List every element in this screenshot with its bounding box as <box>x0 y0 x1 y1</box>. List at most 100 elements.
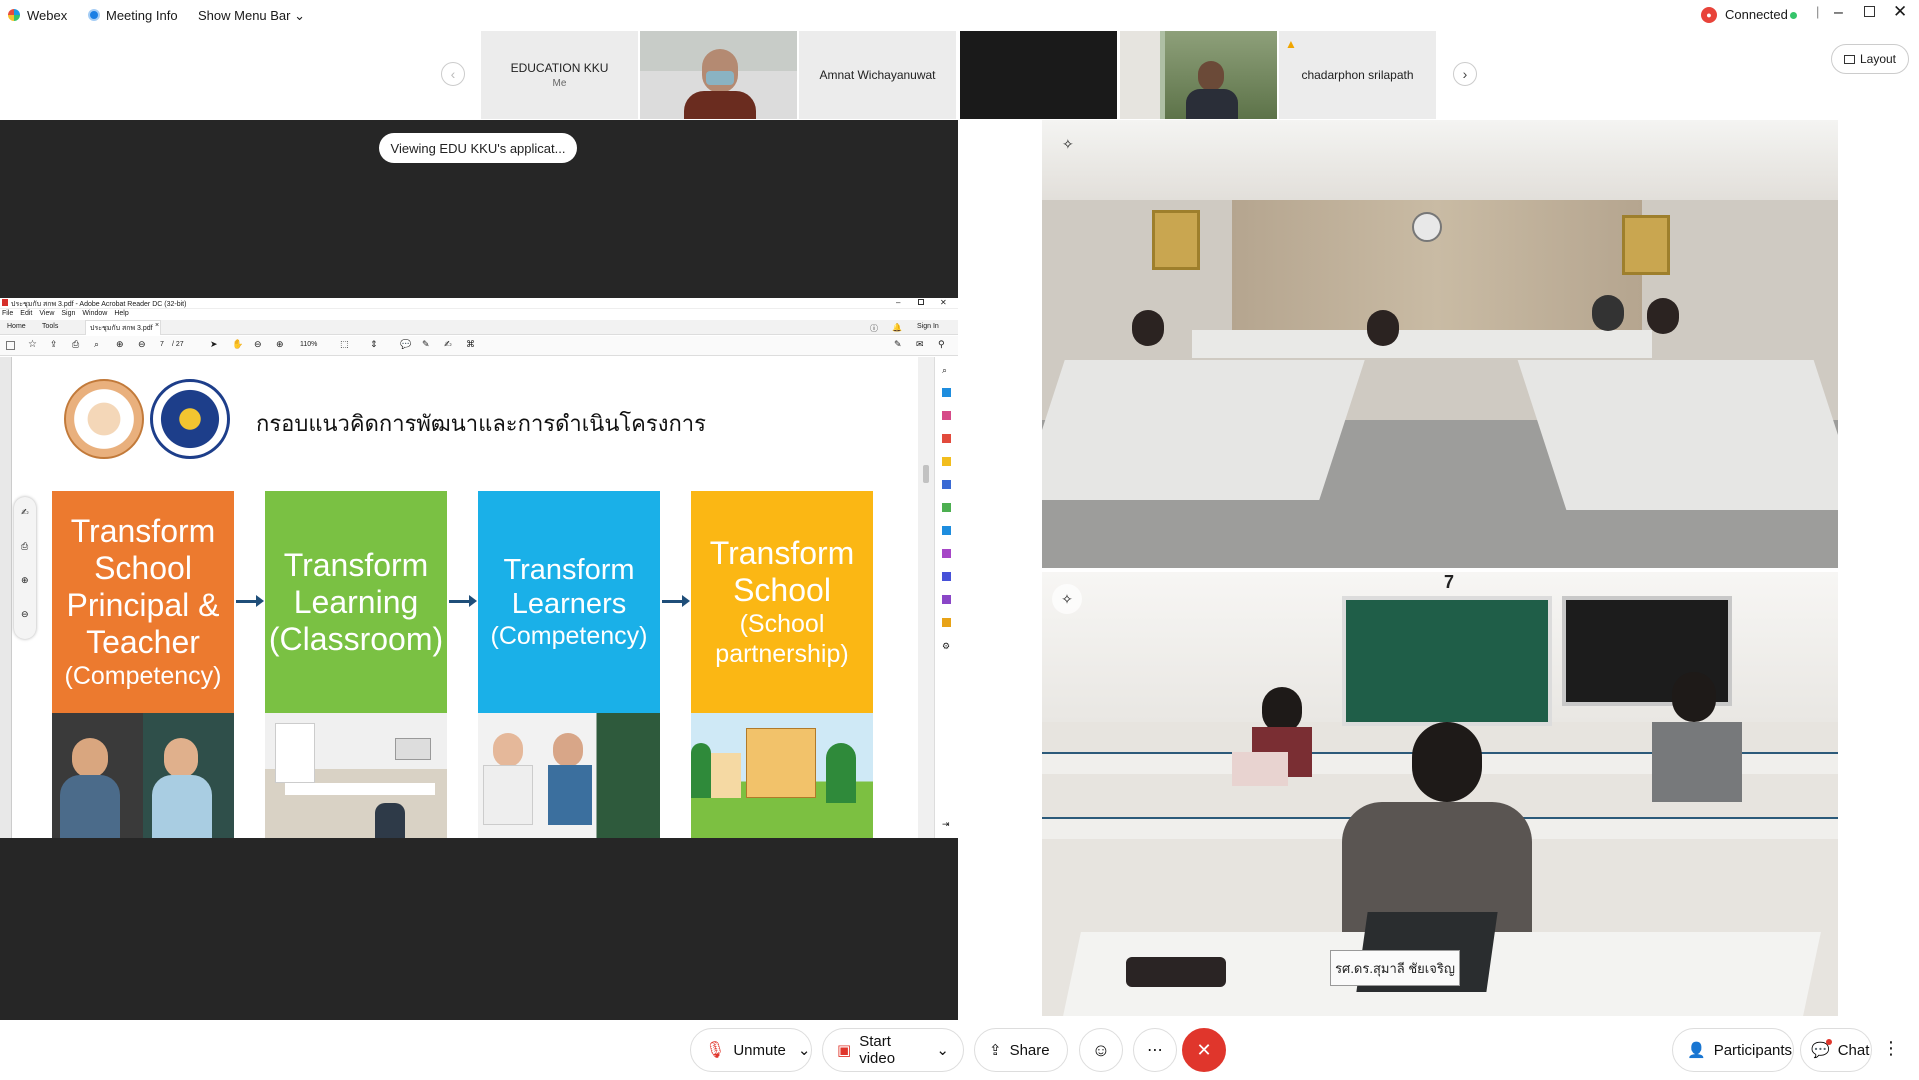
menu-view[interactable]: View <box>39 310 54 317</box>
collapse-panel-icon[interactable]: ⇥ <box>942 819 950 830</box>
person-icon: 👤 <box>1687 1042 1706 1059</box>
connected-dot-icon <box>1790 12 1797 19</box>
participant-video[interactable] <box>640 31 797 119</box>
meeting-controls: 🎙 Unmute ⌄ ▣ Start video ⌄ ⇪ Share ☺ ⋯ ✕… <box>0 1020 1919 1080</box>
participants-button[interactable]: 👤 Participants <box>1672 1028 1794 1072</box>
fit-page-icon[interactable]: ⬚ <box>340 339 349 350</box>
layout-label: Layout <box>1859 52 1897 66</box>
minimize-icon[interactable]: – <box>1834 4 1843 22</box>
strip-next-button[interactable]: › <box>1453 62 1477 86</box>
zoom-in-tool-icon[interactable]: ⊕ <box>21 575 29 586</box>
meeting-info-button[interactable]: Meeting Info <box>106 8 178 23</box>
participant-video[interactable] <box>960 31 1117 119</box>
sign-in-button[interactable]: Sign In <box>917 323 939 330</box>
edit-pdf-icon[interactable] <box>942 434 951 443</box>
comment-tool-icon[interactable] <box>942 457 951 466</box>
acro-close-icon[interactable]: ✕ <box>940 298 947 307</box>
zoom-in-icon[interactable]: ⊕ <box>276 339 284 350</box>
menu-window[interactable]: Window <box>82 310 107 317</box>
print-icon[interactable]: ⎙ <box>72 339 79 350</box>
fill-sign-tool-icon[interactable] <box>942 549 951 558</box>
share-user-icon[interactable]: ⚲ <box>938 339 945 350</box>
bell-icon[interactable]: 🔔 <box>892 323 902 332</box>
more-tools-icon[interactable]: ⚙ <box>942 641 950 652</box>
help-icon[interactable]: ⓘ <box>870 323 878 334</box>
menu-help[interactable]: Help <box>114 310 128 317</box>
connection-status: Connected <box>1725 7 1788 22</box>
participant-tile[interactable]: ▲ chadarphon srilapath <box>1279 31 1436 119</box>
menu-sign[interactable]: Sign <box>61 310 75 317</box>
zoom-out-tool-icon[interactable]: ⊖ <box>21 609 29 620</box>
organize-icon[interactable] <box>942 503 951 512</box>
save-icon[interactable] <box>6 341 15 350</box>
participant-tile[interactable]: EDUCATION KKU Me <box>481 31 638 119</box>
hand-icon[interactable]: ✋ <box>232 339 243 350</box>
acro-restore-icon[interactable] <box>918 299 924 305</box>
sign-icon[interactable]: ✍ <box>444 339 452 350</box>
scan-icon[interactable] <box>942 526 951 535</box>
video-pane-classroom[interactable]: 7 รศ.ดร.สุมาลี ชัยเจริญ ✧ <box>1042 572 1838 1016</box>
page-total: / 27 <box>172 341 184 348</box>
pen-icon[interactable]: ✎ <box>422 339 430 350</box>
classroom-photo <box>265 713 447 838</box>
chevron-down-icon[interactable]: ⌄ <box>936 1041 949 1059</box>
zoom-select[interactable]: 110% <box>300 341 317 348</box>
send-sign-icon[interactable] <box>942 595 951 604</box>
star-icon[interactable]: ☆ <box>28 339 37 350</box>
tab-home[interactable]: Home <box>7 323 26 330</box>
page-number-input[interactable]: 7 <box>160 341 164 348</box>
menu-edit[interactable]: Edit <box>20 310 32 317</box>
show-menu-bar-button[interactable]: Show Menu Bar ⌄ <box>198 8 305 24</box>
fill-sign-icon[interactable]: ✎ <box>894 339 902 350</box>
scroll-mode-icon[interactable]: ⇕ <box>370 339 378 350</box>
tab-tools[interactable]: Tools <box>42 323 58 330</box>
export-pdf-icon[interactable] <box>942 388 951 397</box>
print-tool-icon[interactable]: ⎙ <box>21 541 28 552</box>
zoom-out-icon[interactable]: ⊖ <box>254 339 262 350</box>
right-tools-panel: ⌕ ⚙ ⇥ <box>934 357 958 838</box>
select-cursor-icon[interactable]: ➤ <box>210 339 218 350</box>
upload-icon[interactable]: ⇪ <box>50 339 58 350</box>
mail-icon[interactable]: ✉ <box>916 339 924 350</box>
participant-tile[interactable]: Amnat Wichayanuwat <box>799 31 956 119</box>
close-window-icon[interactable]: ✕ <box>1893 2 1907 22</box>
share-button[interactable]: ⇪ Share <box>974 1028 1068 1072</box>
doc-tab-close-icon[interactable]: × <box>155 322 159 329</box>
unmute-button[interactable]: 🎙 Unmute ⌄ <box>690 1028 812 1072</box>
left-nav-panel[interactable] <box>0 357 12 838</box>
participant-video[interactable] <box>1120 31 1277 119</box>
page-down-icon[interactable]: ⊖ <box>138 339 146 350</box>
restore-icon[interactable] <box>1864 6 1875 17</box>
certificate-icon[interactable] <box>942 618 951 627</box>
video-pane-conference-room[interactable]: ✧ <box>1042 120 1838 568</box>
stamp-icon[interactable]: ⌘ <box>466 339 475 350</box>
start-video-label: Start video <box>859 1033 896 1067</box>
combine-icon[interactable] <box>942 480 951 489</box>
page-up-icon[interactable]: ⊕ <box>116 339 124 350</box>
nameplate: รศ.ดร.สุมาลี ชัยเจริญ <box>1330 950 1460 986</box>
reactions-button[interactable]: ☺ <box>1079 1028 1123 1072</box>
more-menu-icon[interactable]: ⋮ <box>1882 1038 1900 1059</box>
acro-minimize-icon[interactable]: – <box>896 298 900 307</box>
chevron-down-icon[interactable]: ⌄ <box>798 1041 811 1059</box>
comment-icon[interactable]: 💬 <box>400 339 411 350</box>
more-options-button[interactable]: ⋯ <box>1133 1028 1177 1072</box>
vertical-scrollbar[interactable] <box>918 357 934 838</box>
create-pdf-icon[interactable] <box>942 411 951 420</box>
scroll-thumb[interactable] <box>923 465 929 483</box>
pin-icon[interactable]: ✧ <box>1062 136 1082 156</box>
sign-tool-icon[interactable]: ✍ <box>21 507 29 518</box>
find-icon[interactable]: ⌕ <box>94 339 99 350</box>
unread-dot-icon <box>1825 1039 1832 1045</box>
search-tool-icon[interactable]: ⌕ <box>942 365 947 376</box>
chat-button[interactable]: 💬 Chat <box>1800 1028 1872 1072</box>
layout-button[interactable]: Layout <box>1831 44 1909 74</box>
protect-icon[interactable] <box>942 572 951 581</box>
show-menu-bar-label: Show Menu Bar <box>198 8 291 23</box>
strip-prev-button[interactable]: ‹ <box>441 62 465 86</box>
doc-tab[interactable]: ประชุมกับ สกพ 3.pdf <box>90 323 153 334</box>
menu-file[interactable]: File <box>2 310 13 317</box>
start-video-button[interactable]: ▣ Start video ⌄ <box>822 1028 964 1072</box>
end-call-button[interactable]: ✕ <box>1182 1028 1226 1072</box>
pin-icon[interactable]: ✧ <box>1052 584 1082 614</box>
